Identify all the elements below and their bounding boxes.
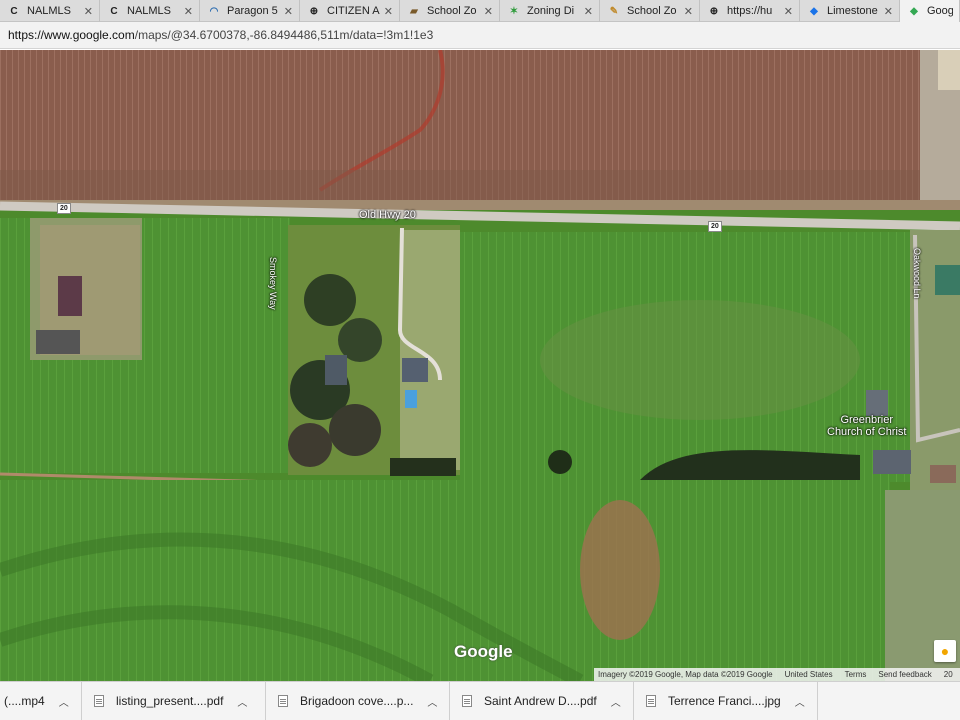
street-label-oakwood-ln: Oakwood Ln: [912, 248, 922, 299]
map-attribution: Imagery ©2019 Google, Map data ©2019 Goo…: [594, 668, 960, 681]
tab-https[interactable]: ⊕ https://hu ✕: [700, 0, 800, 22]
paragon-icon: ◠: [209, 5, 219, 17]
download-item[interactable]: (....mp4 ︿: [0, 681, 82, 720]
tab-citizen[interactable]: ⊕ CITIZEN A ✕: [300, 0, 400, 22]
country-label: United States: [784, 670, 833, 679]
tab-close-icon[interactable]: ✕: [684, 5, 693, 18]
globe-icon: ⊕: [709, 5, 719, 17]
tab-limestone[interactable]: ◆ Limestone ✕: [800, 0, 900, 22]
google-logo: Google: [454, 642, 513, 661]
zoning-star-icon: ✶: [509, 5, 519, 17]
download-filename: Brigadoon cove....p...: [300, 694, 414, 708]
place-label-church[interactable]: Greenbrier Church of Christ: [827, 414, 906, 438]
download-filename: listing_present....pdf: [116, 694, 224, 708]
url-host: https://www.google.com: [8, 28, 135, 42]
tab-label: Zoning Di: [527, 5, 575, 17]
tab-paragon[interactable]: ◠ Paragon 5 ✕: [200, 0, 300, 22]
chevron-up-icon[interactable]: ︿: [59, 694, 69, 709]
google-maps-icon: ◆: [910, 5, 918, 17]
tab-google-maps[interactable]: ◆ Google: [900, 0, 960, 22]
nalmls-c-icon: C: [10, 5, 18, 17]
image-file-icon: [646, 695, 656, 707]
tab-close-icon[interactable]: ✕: [284, 5, 293, 18]
tab-label: NALMLS: [27, 5, 72, 17]
church-name-line2: Church of Christ: [827, 426, 907, 438]
pegman-icon[interactable]: ●: [934, 640, 956, 662]
send-feedback-link[interactable]: Send feedback: [878, 670, 931, 679]
school-zone-icon: ✎: [609, 5, 619, 17]
tab-close-icon[interactable]: ✕: [584, 5, 593, 18]
tab-label: NALMLS: [127, 5, 172, 17]
tab-label: Limestone: [827, 5, 878, 17]
tab-school-zone-2[interactable]: ✎ School Zo ✕: [600, 0, 700, 22]
download-item[interactable]: Terrence Franci....jpg ︿: [634, 681, 818, 720]
tab-school-zone-1[interactable]: ▰ School Zo ✕: [400, 0, 500, 22]
terms-link[interactable]: Terms: [845, 670, 867, 679]
route-shield-right: 20: [708, 221, 722, 232]
chevron-up-icon[interactable]: ︿: [427, 694, 437, 709]
tab-close-icon[interactable]: ✕: [884, 5, 893, 18]
tab-label: https://hu: [727, 5, 773, 17]
tab-label: CITIZEN A: [327, 5, 380, 17]
download-filename: Saint Andrew D....pdf: [484, 694, 597, 708]
chevron-up-icon[interactable]: ︿: [795, 694, 805, 709]
tab-label: Paragon 5: [227, 5, 278, 17]
tab-label: School Zo: [627, 5, 677, 17]
school-zone-icon: ▰: [410, 5, 418, 17]
church-name-line1: Greenbrier: [840, 414, 894, 426]
tab-close-icon[interactable]: ✕: [84, 5, 93, 18]
scale-label: 20: [943, 670, 953, 679]
imagery-credit: Imagery ©2019 Google, Map data ©2019 Goo…: [598, 670, 773, 679]
tab-close-icon[interactable]: ✕: [784, 5, 793, 18]
route-shield-left: 20: [57, 203, 71, 214]
file-icon: [94, 695, 104, 707]
download-filename: (....mp4: [4, 694, 45, 708]
globe-icon: ⊕: [309, 5, 319, 17]
tab-strip: C NALMLS ✕ C NALMLS ✕ ◠ Paragon 5 ✕ ⊕ CI…: [0, 0, 960, 22]
street-label-smokey-way: Smokey Way: [268, 257, 278, 310]
download-item[interactable]: listing_present....pdf ︿: [82, 681, 266, 720]
chevron-up-icon[interactable]: ︿: [237, 694, 247, 709]
download-item[interactable]: Saint Andrew D....pdf ︿: [450, 681, 634, 720]
url-path: /maps/@34.6700378,-86.8494486,511m/data=…: [134, 28, 434, 42]
satellite-imagery: [0, 50, 960, 681]
tab-close-icon[interactable]: ✕: [184, 5, 193, 18]
file-icon: [462, 695, 472, 707]
address-bar[interactable]: https://www.google.com/maps/@34.6700378,…: [0, 22, 960, 49]
tab-zoning[interactable]: ✶ Zoning Di ✕: [500, 0, 600, 22]
download-shelf: (....mp4 ︿ listing_present....pdf ︿ Brig…: [0, 681, 960, 720]
download-item[interactable]: Brigadoon cove....p... ︿: [266, 681, 450, 720]
tab-nalmls-1[interactable]: C NALMLS ✕: [0, 0, 100, 22]
limestone-icon: ◆: [810, 5, 818, 17]
tab-close-icon[interactable]: ✕: [384, 5, 393, 18]
tab-label: Google: [927, 5, 953, 17]
download-filename: Terrence Franci....jpg: [668, 694, 781, 708]
nalmls-c-icon: C: [110, 5, 118, 17]
satellite-map[interactable]: Old Hwy 20 20 20 Smokey Way Oakwood Ln G…: [0, 50, 960, 681]
chevron-up-icon[interactable]: ︿: [611, 694, 621, 709]
file-icon: [278, 695, 288, 707]
road-label-old-hwy-20: Old Hwy 20: [359, 209, 416, 221]
tab-nalmls-2[interactable]: C NALMLS ✕: [100, 0, 200, 22]
tab-close-icon[interactable]: ✕: [484, 5, 493, 18]
tab-label: School Zo: [427, 5, 477, 17]
